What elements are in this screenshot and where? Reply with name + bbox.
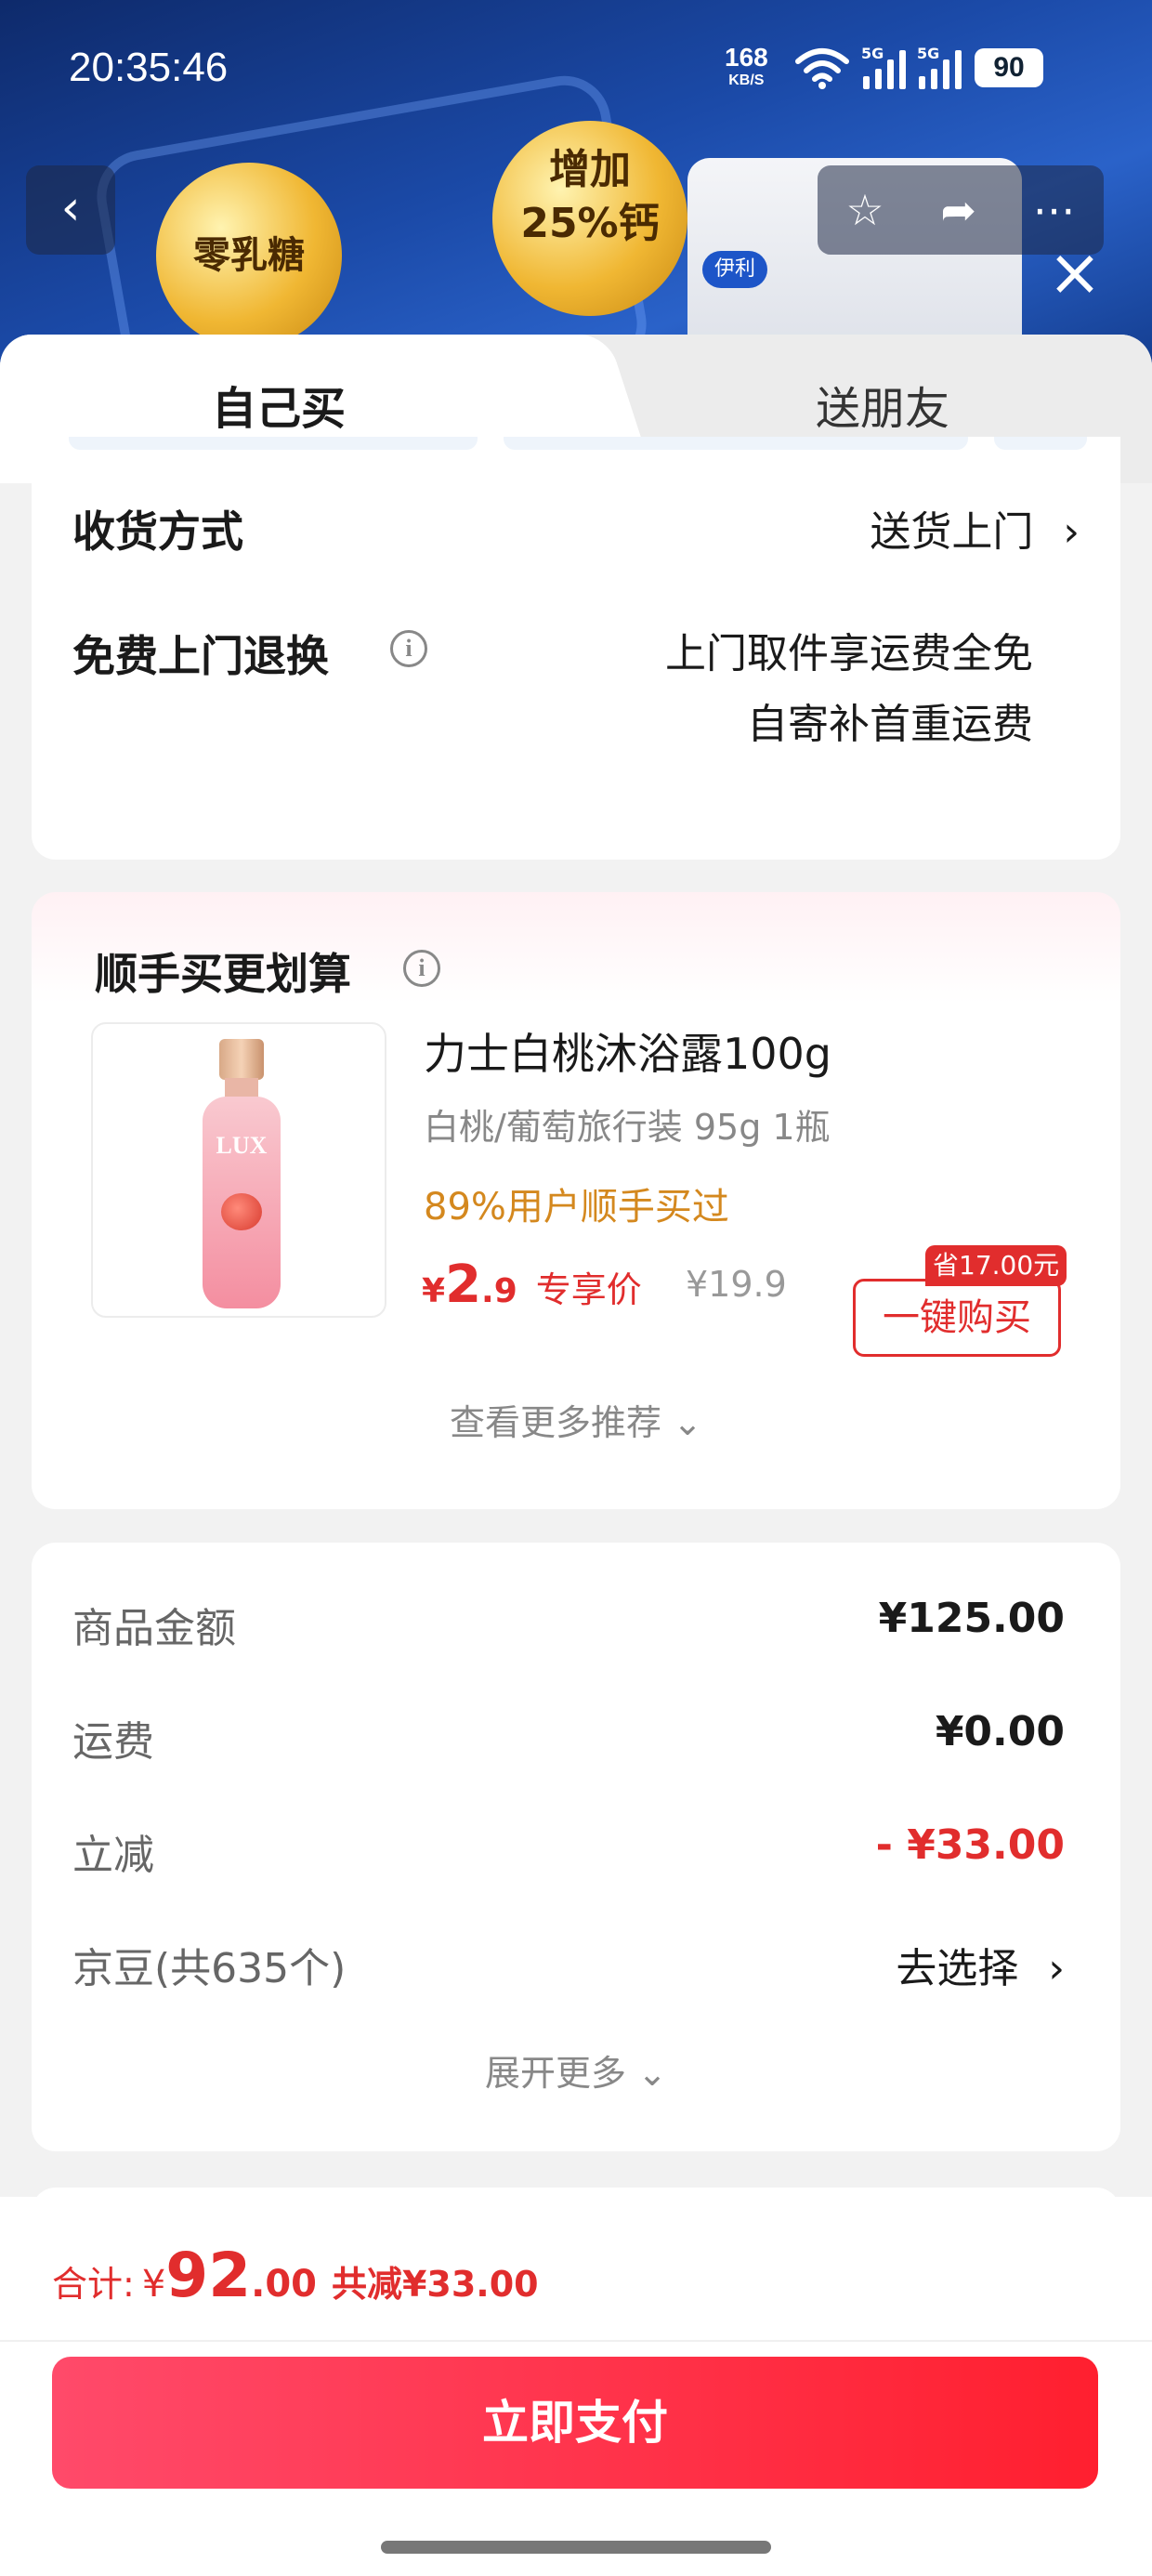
chevron-down-icon: ⌄: [637, 2053, 667, 2094]
chevron-down-icon: ⌄: [673, 1402, 702, 1443]
calcium-badge: 增加 25%钙: [492, 121, 687, 316]
share-icon[interactable]: ➦: [940, 185, 976, 235]
product-name[interactable]: 力士白桃沐浴露100g: [424, 1020, 831, 1082]
close-icon[interactable]: ×: [1042, 240, 1107, 305]
star-icon[interactable]: ☆: [845, 185, 884, 235]
back-arrow-icon: ‹: [60, 180, 81, 236]
one-click-buy-button[interactable]: 一键购买: [853, 1279, 1061, 1357]
product-bought-rate: 89%用户顺手买过: [424, 1186, 729, 1229]
fee-row-goods: 商品金额 ¥125.00: [72, 1595, 1065, 1652]
more-icon[interactable]: ⋯: [1033, 185, 1076, 235]
lactose-free-badge: 零乳糖: [156, 163, 342, 348]
divider: [0, 2340, 1152, 2342]
addon-title: 顺手买更划算: [95, 949, 351, 999]
signal-icon-2: 5G: [917, 45, 962, 89]
delivery-label: 收货方式: [72, 506, 243, 557]
fee-row-jingdou[interactable]: 京豆(共635个) 去选择 ›: [72, 1935, 1065, 1992]
status-time: 20:35:46: [69, 45, 229, 90]
status-icons: 5G 5G 90: [794, 45, 1043, 89]
home-indicator[interactable]: [381, 2541, 771, 2554]
tab-self[interactable]: 自己买: [0, 335, 557, 483]
net-speed: 168 KB/S: [725, 43, 768, 89]
pay-now-button[interactable]: 立即支付: [52, 2357, 1098, 2489]
more-recommendations[interactable]: 查看更多推荐 ⌄: [32, 1394, 1120, 1445]
save-badge: 省17.00元: [925, 1245, 1067, 1286]
fee-card: 商品金额 ¥125.00 运费 ¥0.00 立减 - ¥33.00 京豆(共63…: [32, 1543, 1120, 2151]
status-bar: 20:35:46 168 KB/S 5G 5G 90: [0, 0, 1152, 139]
battery-indicator: 90: [975, 48, 1043, 87]
order-total: 合计: ¥ 92 .00 共减¥33.00: [52, 2240, 539, 2311]
info-icon[interactable]: i: [403, 950, 440, 987]
returns-line2: 自寄补首重运费: [747, 701, 1033, 748]
brand-logo: 伊利: [702, 251, 767, 288]
wifi-icon: [795, 48, 849, 89]
expand-more[interactable]: 展开更多 ⌄: [32, 2044, 1120, 2096]
bottle-image: LUX: [203, 1039, 281, 1308]
product-spec: 白桃/葡萄旅行装 95g 1瓶: [424, 1107, 831, 1148]
fee-row-shipping: 运费 ¥0.00: [72, 1708, 1065, 1766]
addon-card: 顺手买更划算 i LUX 力士白桃沐浴露100g 白桃/葡萄旅行装 95g 1瓶…: [32, 892, 1120, 1509]
pay-bar: 合计: ¥ 92 .00 共减¥33.00 立即支付: [0, 2197, 1152, 2576]
signal-icon: 5G: [861, 45, 906, 89]
back-button[interactable]: ‹: [26, 165, 115, 255]
returns-line1: 上门取件享运费全免: [665, 630, 1033, 677]
returns-label: 免费上门退换: [72, 631, 329, 681]
chevron-right-icon: ›: [1063, 508, 1080, 556]
delivery-value: 送货上门: [870, 508, 1034, 556]
returns-info: 上门取件享运费全免 自寄补首重运费: [665, 619, 1033, 760]
fee-row-discount: 立减 - ¥33.00: [72, 1821, 1065, 1879]
tab-friend[interactable]: 送朋友: [669, 335, 1096, 483]
info-icon[interactable]: i: [390, 630, 427, 667]
chevron-right-icon: ›: [1048, 1945, 1065, 1992]
delivery-method[interactable]: 送货上门 ›: [870, 498, 1080, 558]
delivery-card: 收货方式 送货上门 › 免费上门退换 i 上门取件享运费全免 自寄补首重运费: [32, 437, 1120, 860]
product-price: ¥ 2 .9 专享价: [422, 1255, 642, 1315]
product-thumbnail[interactable]: LUX: [91, 1022, 386, 1318]
original-price: ¥19.9: [686, 1264, 787, 1305]
